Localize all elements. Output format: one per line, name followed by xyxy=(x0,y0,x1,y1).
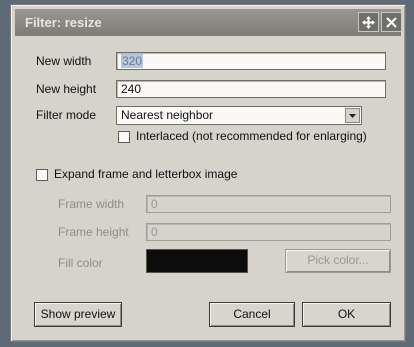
close-button[interactable] xyxy=(381,12,402,32)
new-height-value: 240 xyxy=(121,82,142,96)
frame-width-label: Frame width xyxy=(58,197,125,211)
new-width-label: New width xyxy=(36,54,92,68)
title-bar[interactable]: Filter: resize xyxy=(15,9,402,36)
new-width-field[interactable]: 320 xyxy=(116,52,386,70)
fill-color-label: Fill color xyxy=(58,256,103,270)
resize-filter-dialog: Filter: resize New width 320 New height … xyxy=(10,4,406,342)
cancel-button[interactable]: Cancel xyxy=(209,302,295,327)
ok-button[interactable]: OK xyxy=(302,302,391,327)
close-icon xyxy=(386,17,397,28)
filter-mode-select[interactable]: Nearest neighbor xyxy=(116,106,362,125)
frame-width-field[interactable]: 0 xyxy=(146,195,391,213)
interlaced-label: Interlaced (not recommended for enlargin… xyxy=(136,129,367,143)
filter-mode-label: Filter mode xyxy=(36,108,97,122)
new-width-value: 320 xyxy=(121,54,144,68)
dialog-title: Filter: resize xyxy=(25,15,102,30)
expand-frame-label: Expand frame and letterbox image xyxy=(54,167,238,181)
filter-mode-value: Nearest neighbor xyxy=(121,108,214,122)
show-preview-button[interactable]: Show preview xyxy=(34,302,122,327)
dropdown-button[interactable] xyxy=(345,108,360,123)
pick-color-button[interactable]: Pick color... xyxy=(285,249,391,273)
frame-height-label: Frame height xyxy=(58,225,129,239)
move-button[interactable] xyxy=(358,12,379,32)
new-height-label: New height xyxy=(36,82,97,96)
frame-width-value: 0 xyxy=(151,197,158,211)
frame-height-value: 0 xyxy=(151,225,158,239)
frame-height-field[interactable]: 0 xyxy=(146,223,391,241)
new-height-field[interactable]: 240 xyxy=(116,80,386,98)
interlaced-checkbox[interactable] xyxy=(118,131,130,143)
fill-color-swatch xyxy=(146,249,248,273)
move-icon xyxy=(362,16,375,29)
chevron-down-icon xyxy=(349,114,356,118)
expand-frame-checkbox[interactable] xyxy=(36,169,48,181)
